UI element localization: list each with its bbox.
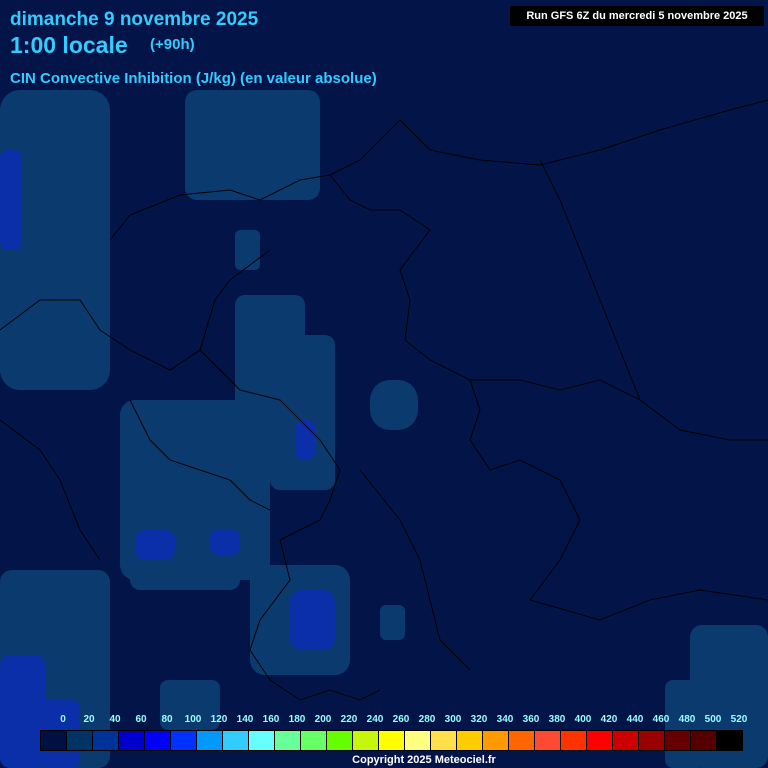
legend-label: 160: [262, 714, 280, 725]
legend-label: 420: [600, 714, 618, 725]
local-time: 1:00 locale: [10, 32, 128, 58]
weather-map-view: dimanche 9 novembre 2025 1:00 locale (+9…: [0, 0, 768, 768]
legend-swatch: [249, 731, 275, 750]
legend-swatch: [613, 731, 639, 750]
legend-label: 380: [548, 714, 566, 725]
legend-label: 400: [574, 714, 592, 725]
legend-label: 440: [626, 714, 644, 725]
legend-swatch: [67, 731, 93, 750]
legend-swatch: [275, 731, 301, 750]
color-legend: [40, 730, 743, 751]
legend-swatch: [561, 731, 587, 750]
legend-swatch: [41, 731, 67, 750]
legend-swatch: [691, 731, 717, 750]
legend-label: 340: [496, 714, 514, 725]
legend-swatch: [431, 731, 457, 750]
legend-labels: 0 20 40 60 80 100 120 140 160 180 200 220 240 260 280 3…: [52, 714, 752, 728]
legend-swatch: [119, 731, 145, 750]
legend-label: 240: [366, 714, 384, 725]
legend-swatch: [197, 731, 223, 750]
legend-label: 460: [652, 714, 670, 725]
legend-swatch: [587, 731, 613, 750]
legend-swatch: [171, 731, 197, 750]
legend-label: 120: [210, 714, 228, 725]
legend-swatch: [509, 731, 535, 750]
legend-swatch: [405, 731, 431, 750]
legend-label: 300: [444, 714, 462, 725]
legend-label: 320: [470, 714, 488, 725]
legend-swatch: [379, 731, 405, 750]
legend-label: 500: [704, 714, 722, 725]
legend-swatch: [639, 731, 665, 750]
forecast-date: dimanche 9 novembre 2025: [10, 9, 259, 30]
legend-label: 200: [314, 714, 332, 725]
legend-swatch: [353, 731, 379, 750]
legend-swatch: [717, 731, 742, 750]
legend-swatch: [665, 731, 691, 750]
legend-swatch: [145, 731, 171, 750]
legend-swatch: [457, 731, 483, 750]
legend-label: 140: [236, 714, 254, 725]
legend-label: 520: [730, 714, 748, 725]
parameter-title: CIN Convective Inhibition (J/kg) (en val…: [10, 70, 377, 87]
legend-label: 180: [288, 714, 306, 725]
legend-label: 100: [184, 714, 202, 725]
legend-swatch: [93, 731, 119, 750]
legend-label: 280: [418, 714, 436, 725]
legend-label: 360: [522, 714, 540, 725]
legend-label: 20: [83, 714, 95, 725]
legend-swatch: [483, 731, 509, 750]
legend-swatch: [223, 731, 249, 750]
copyright: Copyright 2025 Meteociel.fr: [352, 754, 496, 766]
cin-map: [0, 0, 768, 768]
legend-label: 60: [135, 714, 147, 725]
legend-label: 40: [109, 714, 121, 725]
legend-swatch: [327, 731, 353, 750]
legend-label: 260: [392, 714, 410, 725]
model-run-label: Run GFS 6Z du mercredi 5 novembre 2025: [510, 6, 764, 26]
legend-label: 220: [340, 714, 358, 725]
forecast-lead-time: (+90h): [150, 36, 195, 53]
legend-swatch: [301, 731, 327, 750]
legend-label: 80: [161, 714, 173, 725]
legend-label: 480: [678, 714, 696, 725]
legend-swatch: [535, 731, 561, 750]
legend-label: 0: [60, 714, 66, 725]
